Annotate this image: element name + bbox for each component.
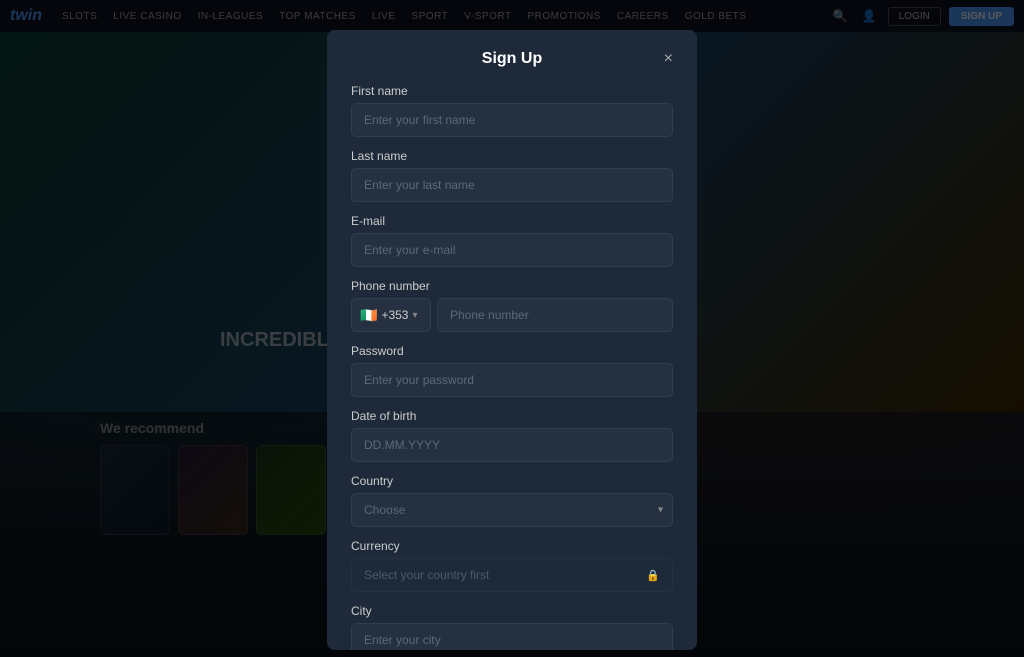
currency-placeholder: Select your country first: [364, 568, 489, 582]
signup-modal: Sign Up × First name Last name E-mail Ph…: [327, 30, 697, 650]
first-name-input[interactable]: [351, 103, 673, 137]
close-button[interactable]: ×: [664, 51, 673, 67]
email-label: E-mail: [351, 214, 673, 228]
currency-group: Currency Select your country first 🔒: [351, 539, 673, 592]
chevron-down-icon: ▾: [412, 310, 417, 321]
country-label: Country: [351, 474, 673, 488]
first-name-label: First name: [351, 84, 673, 98]
password-input[interactable]: [351, 363, 673, 397]
country-select-wrapper: Choose Ireland United Kingdom Germany Fr…: [351, 493, 673, 527]
modal-title: Sign Up: [482, 50, 542, 68]
country-code: +353: [381, 308, 408, 322]
country-flag: 🇮🇪: [360, 308, 377, 322]
phone-group: Phone number 🇮🇪 +353 ▾: [351, 279, 673, 332]
city-label: City: [351, 604, 673, 618]
phone-country-selector[interactable]: 🇮🇪 +353 ▾: [351, 298, 431, 332]
phone-number-input[interactable]: [437, 298, 673, 332]
country-group: Country Choose Ireland United Kingdom Ge…: [351, 474, 673, 527]
last-name-group: Last name: [351, 149, 673, 202]
phone-row: 🇮🇪 +353 ▾: [351, 298, 673, 332]
password-label: Password: [351, 344, 673, 358]
email-group: E-mail: [351, 214, 673, 267]
currency-field: Select your country first 🔒: [351, 558, 673, 592]
modal-header: Sign Up ×: [351, 50, 673, 68]
city-group: City: [351, 604, 673, 650]
first-name-group: First name: [351, 84, 673, 137]
password-group: Password: [351, 344, 673, 397]
country-select[interactable]: Choose Ireland United Kingdom Germany Fr…: [351, 493, 673, 527]
phone-label: Phone number: [351, 279, 673, 293]
dob-input[interactable]: [351, 428, 673, 462]
last-name-input[interactable]: [351, 168, 673, 202]
lock-icon: 🔒: [646, 569, 660, 582]
email-input[interactable]: [351, 233, 673, 267]
currency-label: Currency: [351, 539, 673, 553]
city-input[interactable]: [351, 623, 673, 650]
last-name-label: Last name: [351, 149, 673, 163]
dob-group: Date of birth: [351, 409, 673, 462]
dob-label: Date of birth: [351, 409, 673, 423]
